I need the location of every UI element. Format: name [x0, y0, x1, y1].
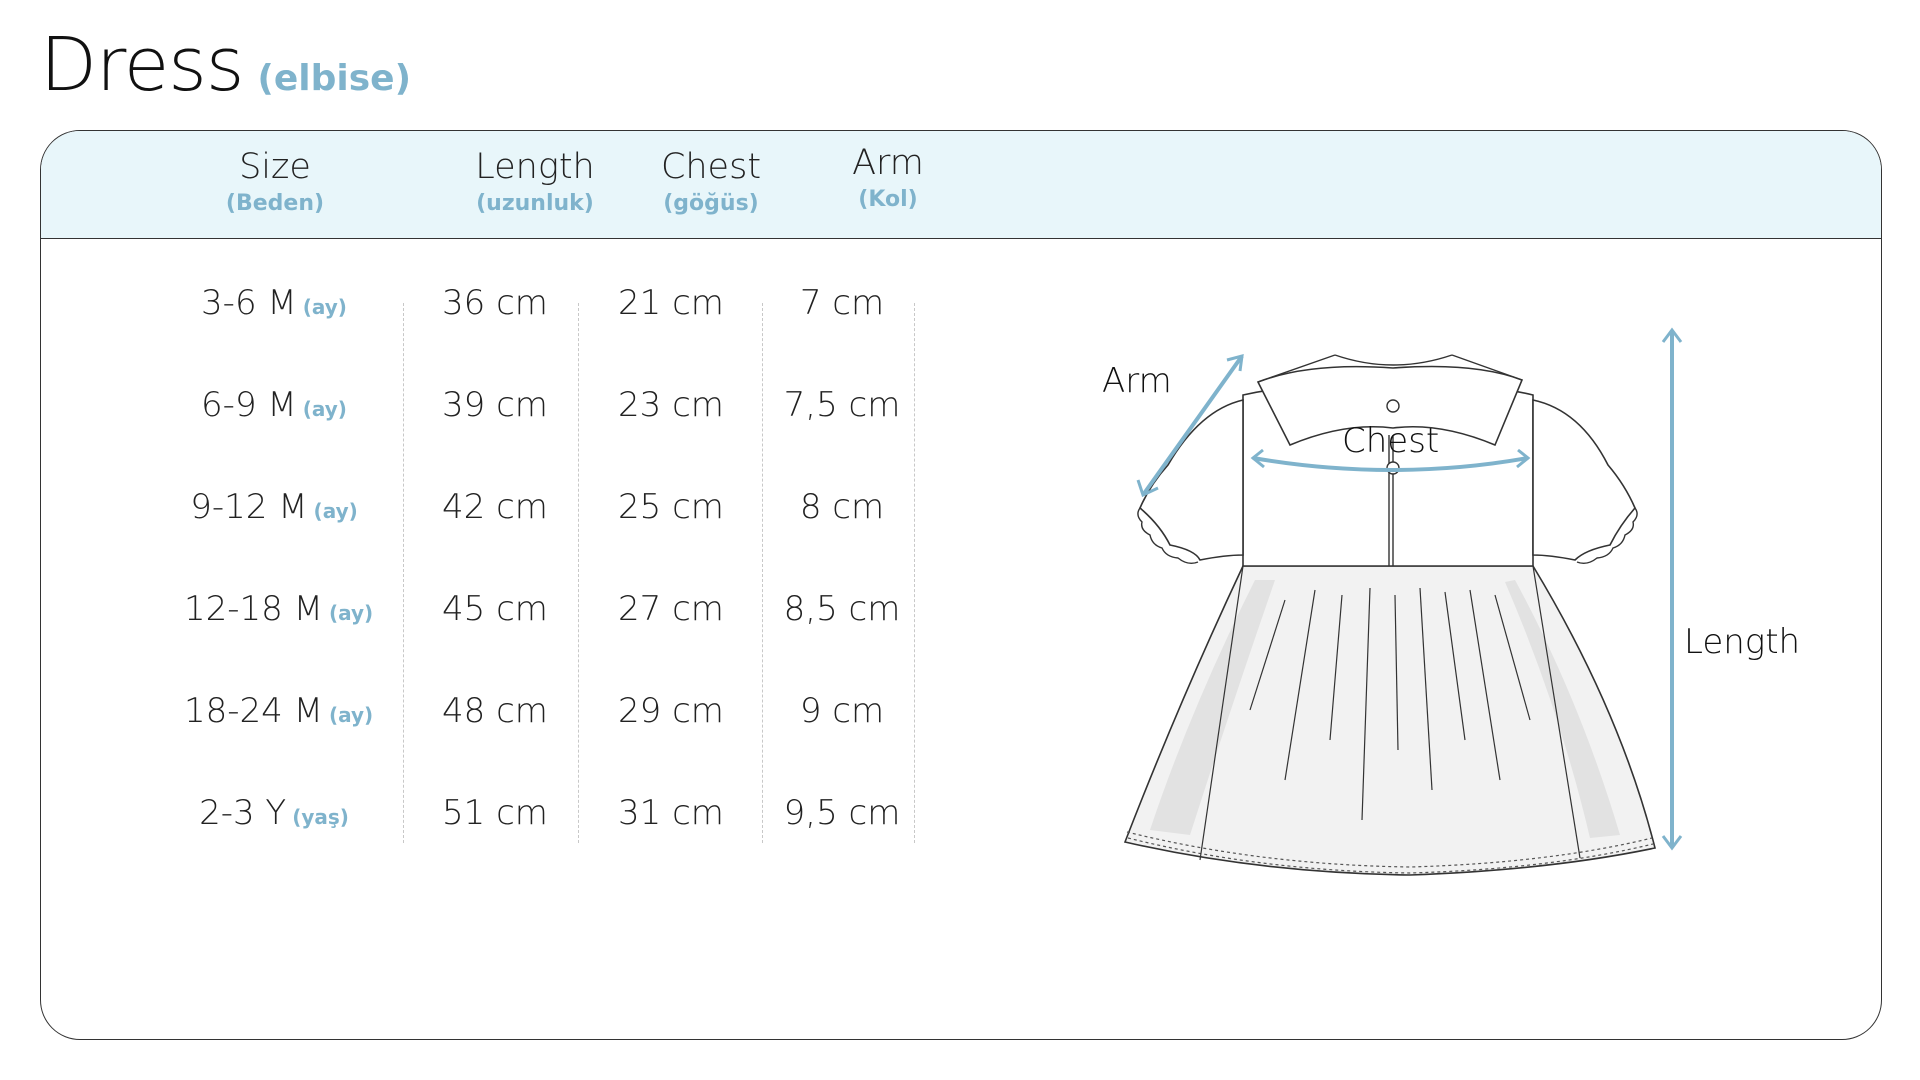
arm-cell-value: 7,5 cm [783, 385, 901, 425]
length-cell: 39 cm [405, 385, 585, 425]
column-divider [914, 303, 915, 843]
arm-cell: 8 cm [752, 487, 932, 527]
chest-cell-value: 23 cm [618, 385, 724, 425]
size-cell: 6-9 M (ay) [184, 385, 364, 425]
button-icon [1386, 399, 1400, 413]
arm-cell: 9,5 cm [752, 793, 932, 833]
chest-cell-value: 21 cm [618, 283, 724, 323]
size-cell-value: 9-12 M [190, 487, 308, 527]
length-cell-value: 39 cm [442, 385, 548, 425]
dress-skirt [1123, 565, 1656, 876]
length-cell: 45 cm [405, 589, 585, 629]
size-translation: (ay) [328, 703, 374, 727]
size-cell-value: 6-9 M [201, 385, 297, 425]
size-cell: 18-24 M (ay) [184, 691, 373, 731]
size-cell-value: 3-6 M [201, 283, 297, 323]
arm-cell-value: 8,5 cm [783, 589, 901, 629]
size-translation: (ay) [302, 295, 347, 319]
arm-cell-value: 9,5 cm [783, 793, 901, 833]
length-label: Length [1684, 622, 1800, 662]
chest-cell: 25 cm [581, 487, 761, 527]
table-header: Size (Beden) Length (uzunluk) Chest (göğ… [41, 131, 1881, 239]
chest-cell: 21 cm [581, 283, 761, 323]
size-translation: (ay) [313, 499, 358, 523]
arm-label: Arm [1102, 361, 1172, 401]
chest-cell: 29 cm [581, 691, 761, 731]
chest-cell: 23 cm [581, 385, 761, 425]
length-cell-value: 51 cm [442, 793, 548, 833]
length-cell: 51 cm [405, 793, 585, 833]
column-divider [578, 303, 579, 843]
chest-cell-value: 27 cm [618, 589, 724, 629]
length-cell-value: 45 cm [442, 589, 548, 629]
size-cell-value: 18-24 M [184, 691, 323, 731]
arm-cell-value: 7 cm [799, 283, 885, 323]
size-translation: (ay) [328, 601, 374, 625]
size-cell-value: 12-18 M [184, 589, 323, 629]
size-cell: 9-12 M (ay) [184, 487, 364, 527]
header-arm: Arm (Kol) [852, 143, 924, 212]
size-translation: (ay) [302, 397, 347, 421]
chest-cell-value: 31 cm [618, 793, 724, 833]
chest-cell: 27 cm [581, 589, 761, 629]
arm-cell: 7,5 cm [752, 385, 932, 425]
length-cell-value: 48 cm [442, 691, 548, 731]
chest-cell-value: 25 cm [618, 487, 724, 527]
size-cell: 2-3 Y (yaş) [184, 793, 364, 833]
arm-cell: 7 cm [752, 283, 932, 323]
length-cell: 42 cm [405, 487, 585, 527]
column-divider [403, 303, 404, 843]
arm-cell-value: 9 cm [799, 691, 885, 731]
header-size: Size (Beden) [225, 147, 325, 216]
length-cell: 48 cm [405, 691, 585, 731]
size-translation: (yaş) [292, 805, 349, 829]
header-length: Length (uzunluk) [475, 147, 595, 216]
chest-label: Chest [1342, 421, 1439, 461]
chest-cell: 31 cm [581, 793, 761, 833]
column-divider [762, 303, 763, 843]
length-cell-value: 36 cm [442, 283, 548, 323]
size-cell-value: 2-3 Y [199, 793, 287, 833]
title-translation: (elbise) [257, 58, 412, 99]
arm-cell: 9 cm [752, 691, 932, 731]
header-chest: Chest (göğüs) [660, 147, 762, 216]
title-main: Dress [40, 22, 244, 108]
dress-diagram: Arm Chest Length [1102, 327, 1800, 876]
length-cell: 36 cm [405, 283, 585, 323]
length-cell-value: 42 cm [442, 487, 548, 527]
arm-cell: 8,5 cm [752, 589, 932, 629]
chest-cell-value: 29 cm [618, 691, 724, 731]
page-title: Dress (elbise) [40, 22, 411, 108]
size-cell: 12-18 M (ay) [184, 589, 373, 629]
arm-cell-value: 8 cm [799, 487, 885, 527]
size-cell: 3-6 M (ay) [184, 283, 364, 323]
